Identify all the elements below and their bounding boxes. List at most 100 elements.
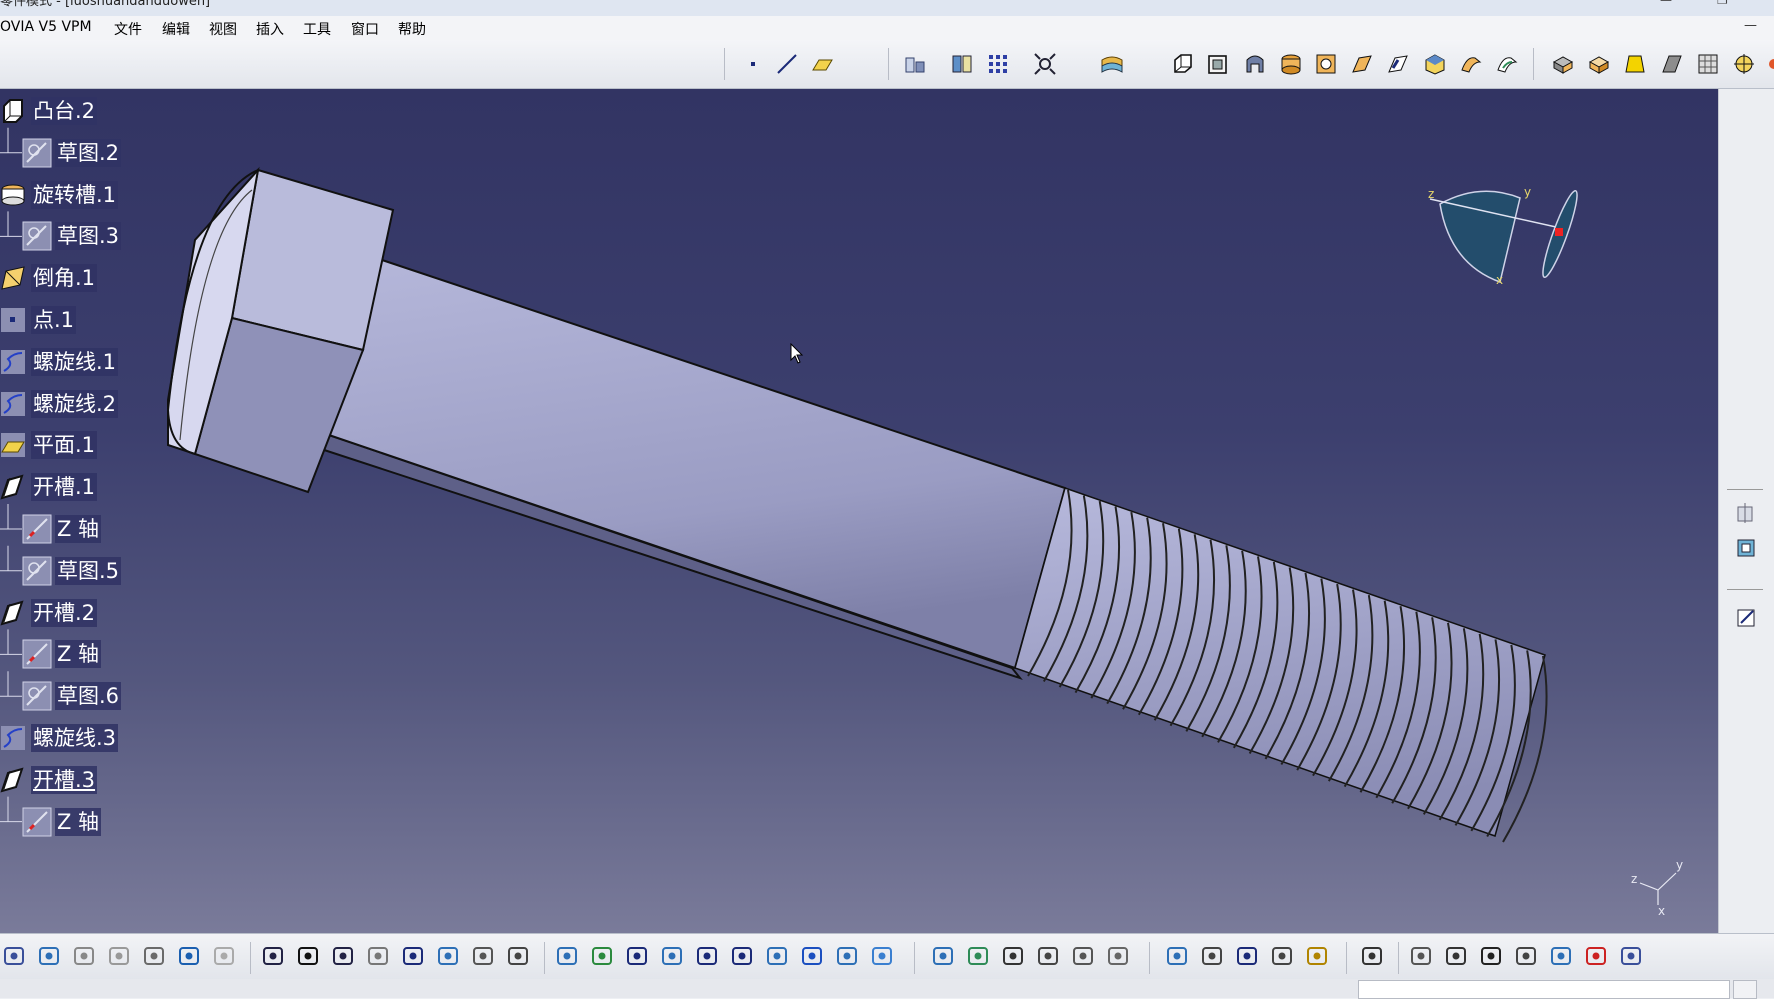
tree-node[interactable]: 旋转槽.1 bbox=[0, 178, 119, 212]
table-icon[interactable] bbox=[401, 944, 425, 968]
fit-all-icon[interactable] bbox=[590, 944, 614, 968]
inertia-icon[interactable] bbox=[1305, 944, 1329, 968]
normal-view-icon[interactable] bbox=[765, 944, 789, 968]
apply-material-icon[interactable] bbox=[1001, 944, 1025, 968]
tree-node[interactable]: 开槽.2 bbox=[0, 596, 98, 630]
solid-icon[interactable] bbox=[1551, 52, 1575, 76]
save-icon[interactable] bbox=[2, 944, 26, 968]
fly-mode-icon[interactable] bbox=[555, 944, 579, 968]
graph-icon[interactable] bbox=[436, 944, 460, 968]
command-button[interactable] bbox=[1733, 980, 1757, 999]
tree-node[interactable]: 倒角.1 bbox=[0, 261, 98, 295]
multi-section-icon[interactable] bbox=[1459, 52, 1483, 76]
tree-node[interactable]: 平面.1 bbox=[0, 428, 98, 462]
surface-icon[interactable] bbox=[1100, 52, 1124, 76]
hand-icon[interactable] bbox=[1444, 944, 1468, 968]
pocket-icon[interactable] bbox=[1206, 52, 1230, 76]
measure-between-icon[interactable] bbox=[1235, 944, 1259, 968]
settings-icon[interactable] bbox=[1036, 944, 1060, 968]
removed-section-icon[interactable] bbox=[1495, 52, 1519, 76]
menu-insert[interactable]: 插入 bbox=[256, 19, 284, 39]
select-icon[interactable] bbox=[1584, 944, 1608, 968]
tree-node[interactable]: Z 轴 bbox=[22, 512, 102, 546]
param-icon[interactable] bbox=[1165, 944, 1189, 968]
lock-icon[interactable] bbox=[471, 944, 495, 968]
undo-icon[interactable] bbox=[177, 944, 201, 968]
catalog-icon[interactable] bbox=[1106, 944, 1130, 968]
tree-node[interactable]: 草图.3 bbox=[22, 219, 122, 253]
sketcher-icon[interactable] bbox=[1735, 605, 1759, 629]
menu-tools[interactable]: 工具 bbox=[303, 19, 331, 39]
rectangular-pattern-icon[interactable] bbox=[1660, 52, 1684, 76]
cut-icon[interactable] bbox=[72, 944, 96, 968]
hole-icon[interactable] bbox=[1314, 52, 1338, 76]
menu-window[interactable]: 窗口 bbox=[351, 19, 379, 39]
rotate-icon[interactable] bbox=[660, 944, 684, 968]
slot-icon[interactable] bbox=[1386, 52, 1410, 76]
copy-icon[interactable] bbox=[107, 944, 131, 968]
3d-viewport[interactable]: z y x y z x 凸台.2 草图.2 旋转槽.1 草图.3 倒角.1 点.1 螺旋线.… bbox=[0, 89, 1718, 933]
tree-node[interactable]: 凸台.2 bbox=[0, 94, 98, 128]
decimal-icon[interactable] bbox=[1514, 944, 1538, 968]
menu-help[interactable]: 帮助 bbox=[398, 19, 426, 39]
wireframe-icon[interactable] bbox=[950, 52, 974, 76]
axis-system-icon[interactable] bbox=[1696, 52, 1720, 76]
multi-view-icon[interactable] bbox=[800, 944, 824, 968]
view-mode-icon[interactable] bbox=[1549, 944, 1573, 968]
stiffener-icon[interactable] bbox=[1423, 52, 1447, 76]
plane-icon[interactable] bbox=[810, 52, 834, 76]
formula-icon[interactable] bbox=[296, 944, 320, 968]
zoom-in-icon[interactable] bbox=[695, 944, 719, 968]
tree-node[interactable]: 螺旋线.3 bbox=[0, 721, 119, 755]
compass-icon[interactable] bbox=[1479, 944, 1503, 968]
knowledge-icon[interactable] bbox=[366, 944, 390, 968]
capture-icon[interactable] bbox=[1200, 944, 1224, 968]
whats-this-icon[interactable] bbox=[261, 944, 285, 968]
tree-node[interactable]: 草图.2 bbox=[22, 136, 122, 170]
line-icon[interactable] bbox=[775, 52, 799, 76]
tree-node[interactable]: 草图.6 bbox=[22, 679, 122, 713]
measure-item-icon[interactable] bbox=[1270, 944, 1294, 968]
tree-node[interactable]: Z 轴 bbox=[22, 805, 102, 839]
menu-view[interactable]: 视图 bbox=[209, 19, 237, 39]
tree-expand-icon[interactable] bbox=[1619, 944, 1643, 968]
refresh-icon[interactable] bbox=[1409, 944, 1433, 968]
point-icon[interactable] bbox=[741, 52, 765, 76]
groove-icon[interactable] bbox=[1279, 52, 1303, 76]
doc-minimize-button[interactable]: — bbox=[1744, 18, 1757, 33]
thickness-icon[interactable] bbox=[1587, 52, 1611, 76]
tree-node[interactable]: Z 轴 bbox=[22, 637, 102, 671]
list-icon[interactable] bbox=[506, 944, 530, 968]
shading-icon[interactable] bbox=[870, 944, 894, 968]
menu-file[interactable]: 文件 bbox=[114, 19, 142, 39]
tree-node[interactable]: 草图.5 bbox=[22, 554, 122, 588]
compass-widget[interactable]: z y x bbox=[1420, 184, 1580, 294]
analysis-icon[interactable] bbox=[1071, 944, 1095, 968]
comment-icon[interactable] bbox=[331, 944, 355, 968]
rib-icon[interactable] bbox=[1350, 52, 1374, 76]
command-input[interactable] bbox=[1358, 980, 1730, 999]
redo-icon[interactable] bbox=[212, 944, 236, 968]
section-icon[interactable] bbox=[1735, 501, 1759, 525]
hide-show-icon[interactable] bbox=[931, 944, 955, 968]
tree-node[interactable]: 开槽.3 bbox=[0, 763, 98, 797]
iso-view-icon[interactable] bbox=[835, 944, 859, 968]
snap-icon[interactable] bbox=[1033, 52, 1057, 76]
camera-icon[interactable] bbox=[1360, 944, 1384, 968]
tree-node[interactable]: 开槽.1 bbox=[0, 470, 98, 504]
tree-node[interactable]: 螺旋线.1 bbox=[0, 345, 119, 379]
render-icon[interactable] bbox=[1732, 52, 1756, 76]
print-icon[interactable] bbox=[37, 944, 61, 968]
pad-icon[interactable] bbox=[1170, 52, 1194, 76]
tree-node[interactable]: 点.1 bbox=[0, 303, 77, 337]
restore-button[interactable]: ❐ bbox=[1717, 0, 1728, 6]
pan-icon[interactable] bbox=[625, 944, 649, 968]
tree-node[interactable]: 螺旋线.2 bbox=[0, 387, 119, 421]
more-tools-icon[interactable] bbox=[1762, 52, 1774, 76]
menu-edit[interactable]: 编辑 bbox=[162, 19, 190, 39]
zoom-out-icon[interactable] bbox=[730, 944, 754, 968]
frame-icon[interactable] bbox=[1735, 535, 1759, 559]
shaft-icon[interactable] bbox=[1243, 52, 1267, 76]
grid-icon[interactable] bbox=[986, 52, 1010, 76]
minimize-button[interactable]: — bbox=[1660, 0, 1672, 6]
